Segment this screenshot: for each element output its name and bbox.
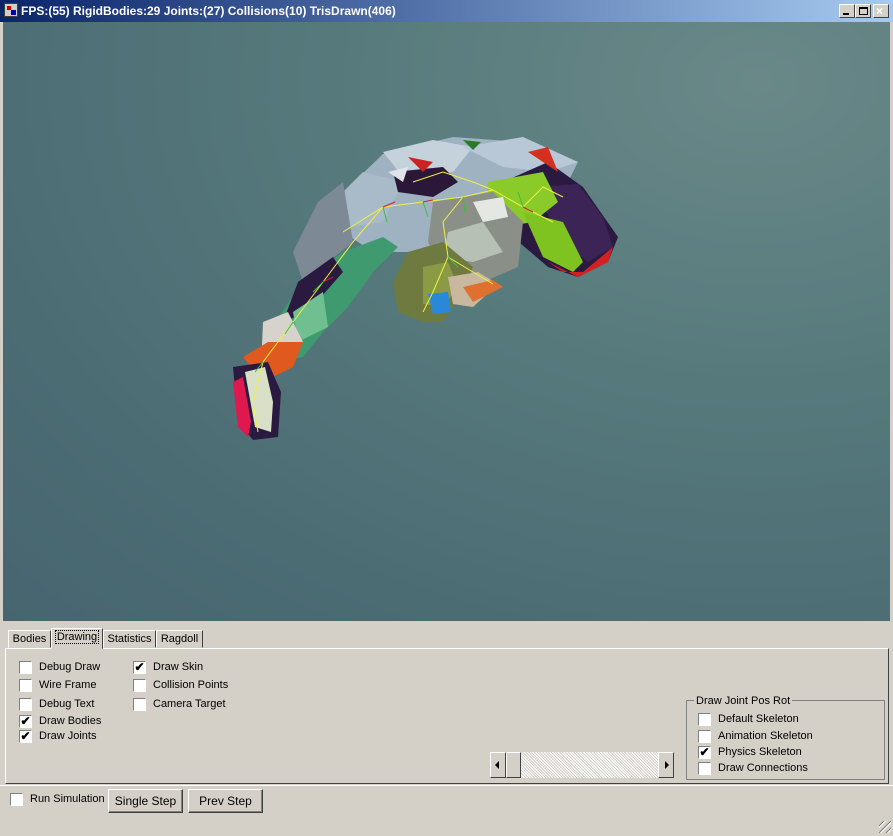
scroll-right-button[interactable] [658,752,674,778]
tab-bodies[interactable]: Bodies [8,630,51,648]
group-title: Draw Joint Pos Rot [694,695,793,707]
maximize-button[interactable] [855,4,871,18]
checkbox-box[interactable]: ✔ [19,730,32,743]
horizontal-scrollbar[interactable] [490,752,674,778]
checkbox-label: Animation Skeleton [718,730,813,742]
checkbox-label: Wire Frame [39,679,97,691]
checkbox-box[interactable] [698,762,711,775]
maximize-icon [859,7,868,15]
title-bar[interactable]: FPS:(55) RigidBodies:29 Joints:(27) Coll… [0,0,893,22]
checkbox-box[interactable] [19,679,32,692]
window-title: FPS:(55) RigidBodies:29 Joints:(27) Coll… [21,4,396,18]
single-step-button[interactable]: Single Step [108,789,183,813]
checkbox-label: Camera Target [153,698,226,710]
checkbox-box[interactable] [10,793,23,806]
checkbox-label: Collision Points [153,679,229,691]
checkbox-label: Draw Bodies [39,715,102,727]
tab-ragdoll[interactable]: Ragdoll [156,630,203,648]
checkbox-box[interactable] [698,730,711,743]
checkbox-box[interactable] [133,698,146,711]
checkbox-box[interactable]: ✔ [19,715,32,728]
tab-drawing[interactable]: Drawing [51,628,103,649]
checkbox-box[interactable] [19,698,32,711]
scroll-thumb[interactable] [506,752,521,778]
checkbox-box[interactable] [133,679,146,692]
ragdoll-scene [233,137,618,440]
minimize-icon [843,13,849,15]
close-button[interactable]: × [873,4,889,18]
checkbox-label: Draw Skin [153,661,204,673]
checkbox-box[interactable] [698,713,711,726]
checkbox-label: Draw Connections [718,762,808,774]
scroll-left-button[interactable] [490,752,506,778]
checkbox-label: Physics Skeleton [718,746,802,758]
tab-statistics[interactable]: Statistics [103,630,156,648]
checkbox-label: Run Simulation [30,793,105,805]
checkbox-label: Debug Text [39,698,95,710]
render-viewport[interactable] [3,22,890,621]
checkbox-box[interactable]: ✔ [698,746,711,759]
minimize-button[interactable] [839,4,855,18]
checkbox-label: Debug Draw [39,661,101,673]
checkbox-label: Draw Joints [39,730,97,742]
prev-step-button[interactable]: Prev Step [188,789,263,813]
app-icon[interactable] [4,3,18,17]
resize-grip-icon[interactable] [879,821,891,833]
checkbox-box[interactable]: ✔ [133,661,146,674]
checkbox-box[interactable] [19,661,32,674]
checkbox-label: Default Skeleton [718,713,799,725]
close-icon: × [876,4,884,18]
